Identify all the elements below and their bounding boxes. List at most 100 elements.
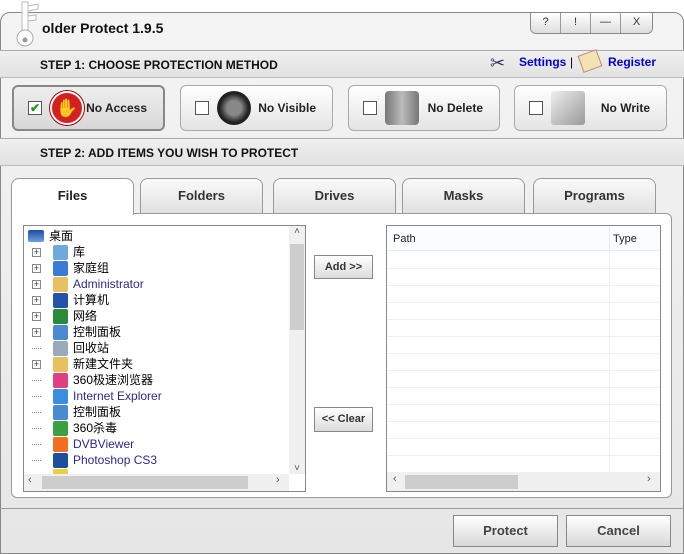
list-row-line	[387, 268, 660, 269]
window-title: older Protect 1.9.5	[42, 20, 164, 36]
item-icon	[53, 324, 68, 340]
expand-icon[interactable]: +	[32, 359, 41, 369]
tree-item[interactable]: + 新建文件夹	[32, 356, 133, 372]
no-delete-checkbox[interactable]	[363, 101, 377, 115]
info-button[interactable]: !	[561, 13, 591, 33]
item-icon	[53, 420, 68, 436]
no-visible-checkbox[interactable]	[195, 101, 209, 115]
expand-icon[interactable]: +	[32, 247, 41, 257]
clear-button[interactable]: << Clear	[314, 407, 373, 432]
list-row-line	[387, 421, 660, 422]
scroll-right-icon: ›	[276, 474, 280, 486]
method-label: No Visible	[258, 101, 316, 115]
tree-item[interactable]: + 控制面板	[32, 324, 121, 340]
tree-item[interactable]: 360极速浏览器	[32, 372, 153, 388]
file-tree[interactable]: 桌面 + 库 + 家庭组 + Administrator + 计算机 + 网络 + 控制面板 回收站 + 新…	[23, 225, 306, 492]
minimize-button[interactable]: —	[591, 13, 621, 33]
item-icon	[53, 404, 68, 420]
tree-item[interactable]: Internet Explorer	[32, 388, 162, 404]
link-separator: |	[570, 55, 574, 69]
item-icon	[53, 388, 68, 404]
tree-item[interactable]: + 库	[32, 244, 85, 260]
tab-files[interactable]: Files	[11, 178, 134, 215]
item-icon	[53, 292, 68, 308]
expand-icon[interactable]: +	[32, 279, 41, 289]
tree-item[interactable]: DVBViewer	[32, 436, 134, 452]
expand-icon[interactable]: +	[32, 295, 41, 305]
tree-label: 控制面板	[73, 325, 122, 339]
protect-button[interactable]: Protect	[453, 515, 558, 547]
tree-connector	[32, 459, 41, 461]
tree-connector	[32, 443, 41, 445]
tab-folders[interactable]: Folders	[140, 178, 263, 214]
item-icon	[53, 260, 68, 276]
tree-item[interactable]: 360杀毒	[32, 420, 117, 436]
tree-item[interactable]: Photoshop CS3	[32, 452, 157, 468]
tree-connector	[32, 395, 41, 397]
tree-root[interactable]: 桌面	[28, 228, 73, 244]
list-row-line	[387, 404, 660, 405]
tree-horizontal-scrollbar[interactable]: ‹ ›	[24, 474, 289, 491]
item-icon	[53, 244, 68, 260]
tab-masks[interactable]: Masks	[402, 178, 525, 214]
method-label: No Write	[600, 101, 650, 115]
item-icon	[53, 356, 68, 372]
scroll-left-icon: ‹	[393, 473, 397, 485]
help-button[interactable]: ?	[531, 13, 561, 33]
method-no-access[interactable]: ✔ ✋ No Access	[12, 85, 165, 131]
method-no-visible[interactable]: No Visible	[180, 85, 333, 131]
column-path[interactable]: Path	[393, 233, 416, 245]
expand-icon[interactable]: +	[32, 311, 41, 321]
step1-label: STEP 1: CHOOSE PROTECTION METHOD	[40, 58, 278, 72]
scroll-right-icon: ›	[647, 473, 651, 485]
item-icon	[53, 340, 68, 356]
trash-blocked-icon	[385, 91, 419, 125]
tree-label: 家庭组	[73, 261, 110, 275]
settings-link[interactable]: Settings	[519, 55, 566, 69]
no-write-checkbox[interactable]	[529, 101, 543, 115]
column-type[interactable]: Type	[613, 233, 637, 245]
tree-item[interactable]: 控制面板	[32, 404, 121, 420]
protected-items-list[interactable]: Path Type ‹ ›	[386, 225, 661, 492]
list-row-line	[387, 370, 660, 371]
tree-item[interactable]: 回收站	[32, 340, 109, 356]
method-label: No Delete	[427, 101, 483, 115]
tree-label: 库	[73, 245, 86, 259]
expand-icon[interactable]: +	[32, 263, 41, 273]
tree-label: 回收站	[73, 341, 110, 355]
tree-item[interactable]: + Administrator	[32, 276, 144, 292]
tree-connector	[32, 347, 41, 349]
tab-programs[interactable]: Programs	[533, 178, 656, 214]
cancel-button[interactable]: Cancel	[566, 515, 671, 547]
add-button[interactable]: Add >>	[314, 255, 373, 279]
settings-tools-icon: ✂	[490, 53, 506, 73]
scroll-down-icon: ˅	[294, 463, 300, 474]
tree-label: 网络	[73, 309, 98, 323]
tree-label: Photoshop CS3	[73, 453, 158, 467]
tree-label: 360杀毒	[73, 421, 118, 435]
list-row-line	[387, 353, 660, 354]
method-no-delete[interactable]: No Delete	[348, 85, 500, 131]
tab-drives[interactable]: Drives	[273, 178, 396, 214]
no-access-checkbox[interactable]: ✔	[28, 101, 42, 115]
tree-item[interactable]: + 计算机	[32, 292, 109, 308]
scroll-left-icon: ‹	[28, 474, 32, 486]
tree-connector	[32, 379, 41, 381]
tree-label: 新建文件夹	[73, 357, 134, 371]
list-row-line	[387, 438, 660, 439]
tree-item[interactable]: + 网络	[32, 308, 97, 324]
item-icon	[53, 452, 68, 468]
desktop-icon	[28, 230, 44, 242]
scroll-thumb	[290, 244, 304, 330]
method-no-write[interactable]: No Write	[514, 85, 667, 131]
eye-blocked-icon	[217, 91, 251, 125]
close-button[interactable]: X	[621, 13, 652, 33]
tree-vertical-scrollbar[interactable]: ˄ ˅	[289, 226, 305, 474]
footer-divider	[0, 508, 684, 509]
tree-item[interactable]: + 家庭组	[32, 260, 109, 276]
list-row-line	[387, 387, 660, 388]
register-link[interactable]: Register	[608, 55, 656, 69]
method-label: No Access	[86, 101, 147, 115]
list-horizontal-scrollbar[interactable]: ‹ ›	[387, 473, 660, 491]
expand-icon[interactable]: +	[32, 327, 41, 337]
